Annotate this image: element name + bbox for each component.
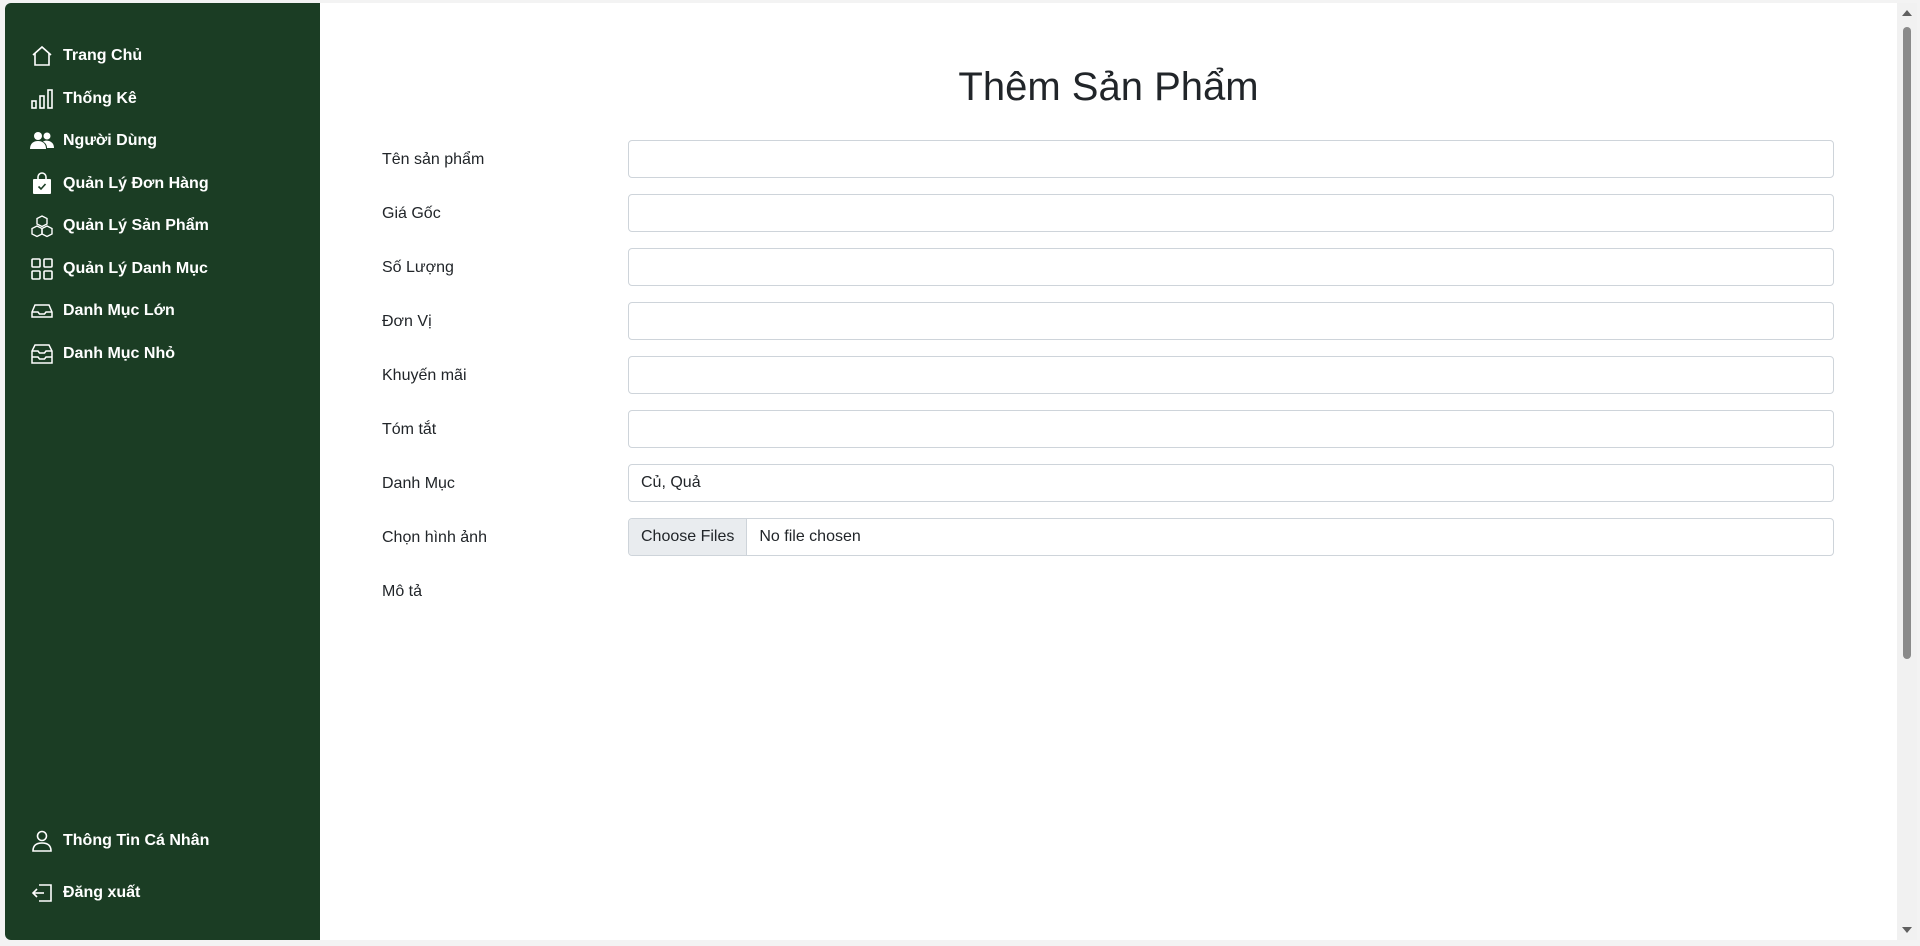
sidebar-item-statistics[interactable]: Thống Kê [29,84,137,114]
field-image: Chọn hình ảnh Choose Files No file chose… [382,518,1896,558]
home-icon [29,43,55,69]
sidebar-item-sub-categories[interactable]: Danh Mục Nhỏ [29,339,175,369]
sidebar-item-label: Quản Lý Đơn Hàng [63,175,209,192]
sidebar-item-label: Thống Kê [63,90,137,107]
sidebar-item-categories[interactable]: Quản Lý Danh Mục [29,254,208,284]
field-original-price: Giá Gốc [382,194,1896,234]
field-promotion: Khuyến mãi [382,356,1896,396]
page-title: Thêm Sản Phẩm [958,65,1259,109]
unit-input[interactable] [628,302,1834,340]
vertical-scrollbar[interactable] [1897,3,1917,940]
person-icon [29,828,55,854]
sidebar-item-users[interactable]: Người Dùng [29,126,157,156]
sidebar-item-home[interactable]: Trang Chủ [29,41,142,71]
field-description: Mô tả [382,572,1896,612]
sidebar-item-label: Thông Tin Cá Nhân [63,832,210,849]
scrollbar-thumb[interactable] [1903,27,1911,659]
sidebar-item-profile[interactable]: Thông Tin Cá Nhân [29,826,209,856]
promotion-input[interactable] [628,356,1834,394]
archive-icon [29,341,55,367]
original-price-input[interactable] [628,194,1834,232]
bar-chart-icon [29,86,55,112]
field-label: Giá Gốc [382,205,441,222]
shopping-bag-icon [29,171,55,197]
sidebar-item-label: Đăng xuất [63,884,141,901]
field-label: Đơn Vị [382,313,432,330]
sidebar: Trang Chủ Thống Kê Người Dùng Quản Lý Đơ… [5,3,320,940]
sidebar-item-label: Trang Chủ [63,47,143,64]
field-label: Số Lượng [382,259,454,276]
inbox-icon [29,298,55,324]
quantity-input[interactable] [628,248,1834,286]
field-label: Mô tả [382,583,423,600]
grid-icon [29,256,55,282]
sidebar-item-logout[interactable]: Đăng xuất [29,878,140,908]
field-label: Tóm tắt [382,421,437,438]
field-category: Danh Mục Củ, Quả [382,464,1896,504]
app-frame: Trang Chủ Thống Kê Người Dùng Quản Lý Đơ… [0,0,1920,946]
scroll-down-icon[interactable] [1902,927,1912,933]
category-select[interactable]: Củ, Quả [628,464,1834,502]
summary-input[interactable] [628,410,1834,448]
sidebar-item-label: Danh Mục Lớn [63,302,175,319]
field-unit: Đơn Vị [382,302,1896,342]
sidebar-item-label: Quản Lý Danh Mục [63,260,208,277]
field-summary: Tóm tắt [382,410,1896,450]
field-product-name: Tên sản phẩm [382,140,1896,180]
file-status: No file chosen [759,528,861,545]
users-icon [29,128,55,154]
sidebar-item-label: Danh Mục Nhỏ [63,345,175,362]
image-file-input[interactable]: Choose Files No file chosen [628,518,1834,556]
choose-files-button[interactable]: Choose Files [629,519,748,555]
field-label: Khuyến mãi [382,367,467,384]
main-content: Thêm Sản Phẩm Tên sản phẩm Giá Gốc Số Lư… [320,3,1897,940]
field-label: Chọn hình ảnh [382,529,487,546]
sidebar-item-label: Người Dùng [63,132,158,149]
boxes-icon [29,213,55,239]
sidebar-item-orders[interactable]: Quản Lý Đơn Hàng [29,169,209,199]
field-label: Danh Mục [382,475,455,492]
sidebar-item-products[interactable]: Quản Lý Sản Phẩm [29,211,209,241]
sidebar-item-label: Quản Lý Sản Phẩm [63,217,209,234]
sidebar-item-main-categories[interactable]: Danh Mục Lớn [29,296,175,326]
field-quantity: Số Lượng [382,248,1896,288]
product-name-input[interactable] [628,140,1834,178]
scroll-up-icon[interactable] [1902,10,1912,16]
logout-icon [29,880,55,906]
field-label: Tên sản phẩm [382,151,485,168]
